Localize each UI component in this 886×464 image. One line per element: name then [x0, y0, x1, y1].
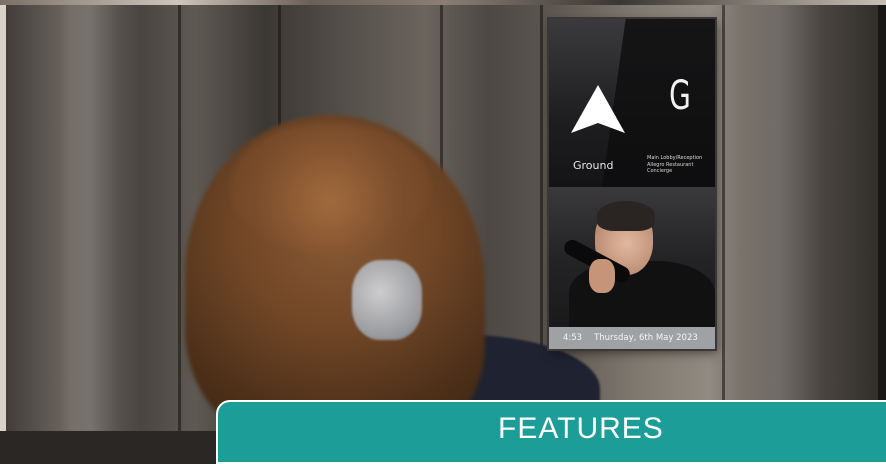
features-banner[interactable]: FEATURES: [216, 400, 886, 464]
panel-seam: [722, 5, 725, 431]
headphone-icon: [352, 260, 422, 340]
floor-info: Main Lobby/Reception Allegro Restaurant …: [647, 155, 702, 175]
up-arrow-icon: [571, 85, 625, 133]
display-ad-image: [549, 187, 715, 327]
panel-seam: [178, 5, 181, 431]
floor-indicator: G Ground Main Lobby/Reception Allegro Re…: [549, 19, 715, 187]
floor-letter: G: [669, 73, 691, 119]
woman-hair-highlight: [230, 123, 430, 253]
elevator-photo: G Ground Main Lobby/Reception Allegro Re…: [0, 5, 886, 431]
man-hand: [589, 259, 615, 293]
door-frame-right: [878, 5, 886, 431]
floor-name: Ground: [573, 159, 614, 172]
floor-info-line: Concierge: [647, 168, 673, 174]
man-hair: [597, 201, 655, 231]
steel-sheen: [740, 5, 820, 431]
display-footer: 4:53 Thursday, 6th May 2023: [549, 327, 715, 349]
display-time: 4:53: [563, 333, 583, 343]
floor-info-line: Main Lobby/Reception: [647, 155, 703, 161]
steel-sheen: [60, 5, 120, 431]
features-title: FEATURES: [498, 412, 664, 445]
door-frame-left: [0, 5, 6, 431]
display-date: Thursday, 6th May 2023: [594, 333, 698, 343]
elevator-display: G Ground Main Lobby/Reception Allegro Re…: [549, 19, 715, 349]
